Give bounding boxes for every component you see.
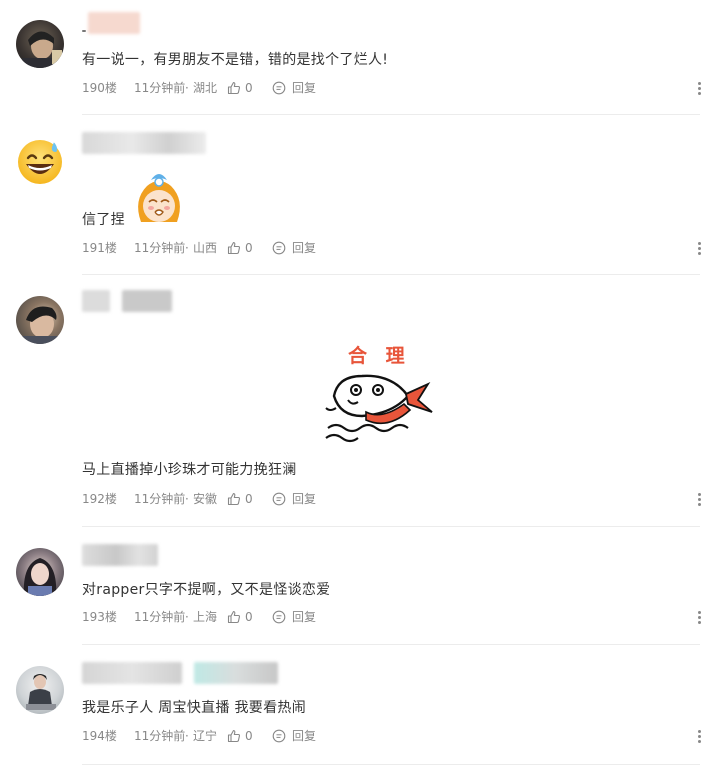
- reply-icon[interactable]: [272, 492, 286, 506]
- comment-meta: 194楼 11分钟前 · 辽宁 0 回复: [82, 727, 642, 745]
- comment-item: 信了捏 191楼 11分钟前 · 山西 0 回复: [0, 115, 723, 275]
- comment-text: 有一说一，有男朋友不是错，错的是找个了烂人!: [82, 52, 389, 68]
- username-blurred[interactable]: [82, 544, 158, 566]
- thumbs-up-icon[interactable]: [227, 492, 241, 506]
- more-options-icon[interactable]: [692, 239, 706, 257]
- avatar[interactable]: [16, 548, 64, 596]
- divider: [82, 764, 700, 765]
- comment-item: 对rapper只字不提啊，又不是怪谈恋爱 193楼 11分钟前 · 上海 0 回…: [0, 527, 723, 645]
- monkey-sticker: [138, 174, 180, 222]
- meta-separator: ·: [185, 241, 189, 255]
- comment-time: 11分钟前: [134, 492, 186, 506]
- more-options-icon[interactable]: [692, 490, 706, 508]
- comment-meta: 192楼 11分钟前 · 安徽 0 回复: [82, 490, 642, 508]
- like-count[interactable]: 0: [245, 608, 253, 626]
- avatar-image: [22, 31, 62, 68]
- comment-time: 11分钟前: [134, 241, 186, 255]
- comment-time: 11分钟前: [134, 81, 186, 95]
- fish-sticker: 合 理: [325, 344, 433, 443]
- reply-icon[interactable]: [272, 610, 286, 624]
- comment-item: 有一说一，有男朋友不是错，错的是找个了烂人! 190楼 11分钟前 · 湖北 0…: [0, 0, 723, 115]
- thumbs-up-icon[interactable]: [227, 610, 241, 624]
- like-count[interactable]: 0: [245, 727, 253, 745]
- avatar-image: [23, 558, 57, 596]
- meta-separator: ·: [185, 81, 189, 95]
- ip-location: 辽宁: [193, 729, 218, 743]
- more-options-icon[interactable]: [692, 727, 706, 745]
- ip-location: 上海: [193, 610, 218, 624]
- reply-button[interactable]: 回复: [292, 490, 316, 508]
- reply-icon[interactable]: [272, 81, 286, 95]
- ip-location: 安徽: [193, 492, 218, 506]
- comment-time: 11分钟前: [134, 610, 186, 624]
- comment-text: 马上直播掉小珍珠才可能力挽狂澜: [82, 462, 297, 478]
- meta-separator: ·: [185, 610, 189, 624]
- thumbs-up-icon[interactable]: [227, 81, 241, 95]
- comment-text: 信了捏: [82, 212, 125, 228]
- like-count[interactable]: 0: [245, 239, 253, 257]
- thumbs-up-icon[interactable]: [227, 241, 241, 255]
- floor-number: 194楼: [82, 729, 117, 743]
- reply-icon[interactable]: [272, 729, 286, 743]
- sticker-caption: 合 理: [348, 344, 411, 367]
- meta-separator: ·: [185, 492, 189, 506]
- avatar[interactable]: [16, 20, 64, 68]
- comment-item: 合 理 马上直播掉小珍珠才可能力挽狂澜 192楼 11分钟前 · 安徽 0 回复: [0, 275, 723, 527]
- ip-location: 湖北: [193, 81, 218, 95]
- comment-time: 11分钟前: [134, 729, 186, 743]
- thumbs-up-icon[interactable]: [227, 729, 241, 743]
- username-blurred[interactable]: [82, 12, 146, 34]
- reply-button[interactable]: 回复: [292, 608, 316, 626]
- avatar-image: [20, 306, 64, 344]
- floor-number: 190楼: [82, 81, 117, 95]
- meta-separator: ·: [185, 729, 189, 743]
- avatar-image: [26, 674, 56, 710]
- avatar[interactable]: [16, 138, 64, 186]
- comment-item: 我是乐子人 周宝快直播 我要看热闹 194楼 11分钟前 · 辽宁 0 回复: [0, 645, 723, 769]
- comment-text: 我是乐子人 周宝快直播 我要看热闹: [82, 700, 306, 716]
- avatar[interactable]: [16, 666, 64, 714]
- more-options-icon[interactable]: [692, 79, 706, 97]
- ip-location: 山西: [193, 241, 218, 255]
- grinning-sweat-emoji-icon: [18, 140, 62, 184]
- floor-number: 193楼: [82, 610, 117, 624]
- reply-button[interactable]: 回复: [292, 239, 316, 257]
- comment-meta: 193楼 11分钟前 · 上海 0 回复: [82, 608, 642, 626]
- comment-text: 对rapper只字不提啊，又不是怪谈恋爱: [82, 582, 331, 598]
- floor-number: 191楼: [82, 241, 117, 255]
- username-blurred[interactable]: [82, 132, 206, 154]
- reply-button[interactable]: 回复: [292, 727, 316, 745]
- more-options-icon[interactable]: [692, 608, 706, 626]
- username-blurred[interactable]: [82, 290, 172, 312]
- like-count[interactable]: 0: [245, 79, 253, 97]
- username-blurred[interactable]: [82, 662, 278, 684]
- reply-button[interactable]: 回复: [292, 79, 316, 97]
- like-count[interactable]: 0: [245, 490, 253, 508]
- reply-icon[interactable]: [272, 241, 286, 255]
- comment-meta: 190楼 11分钟前 · 湖北 0 回复: [82, 79, 642, 97]
- avatar[interactable]: [16, 296, 64, 344]
- comment-meta: 191楼 11分钟前 · 山西 0 回复: [82, 239, 642, 257]
- floor-number: 192楼: [82, 492, 117, 506]
